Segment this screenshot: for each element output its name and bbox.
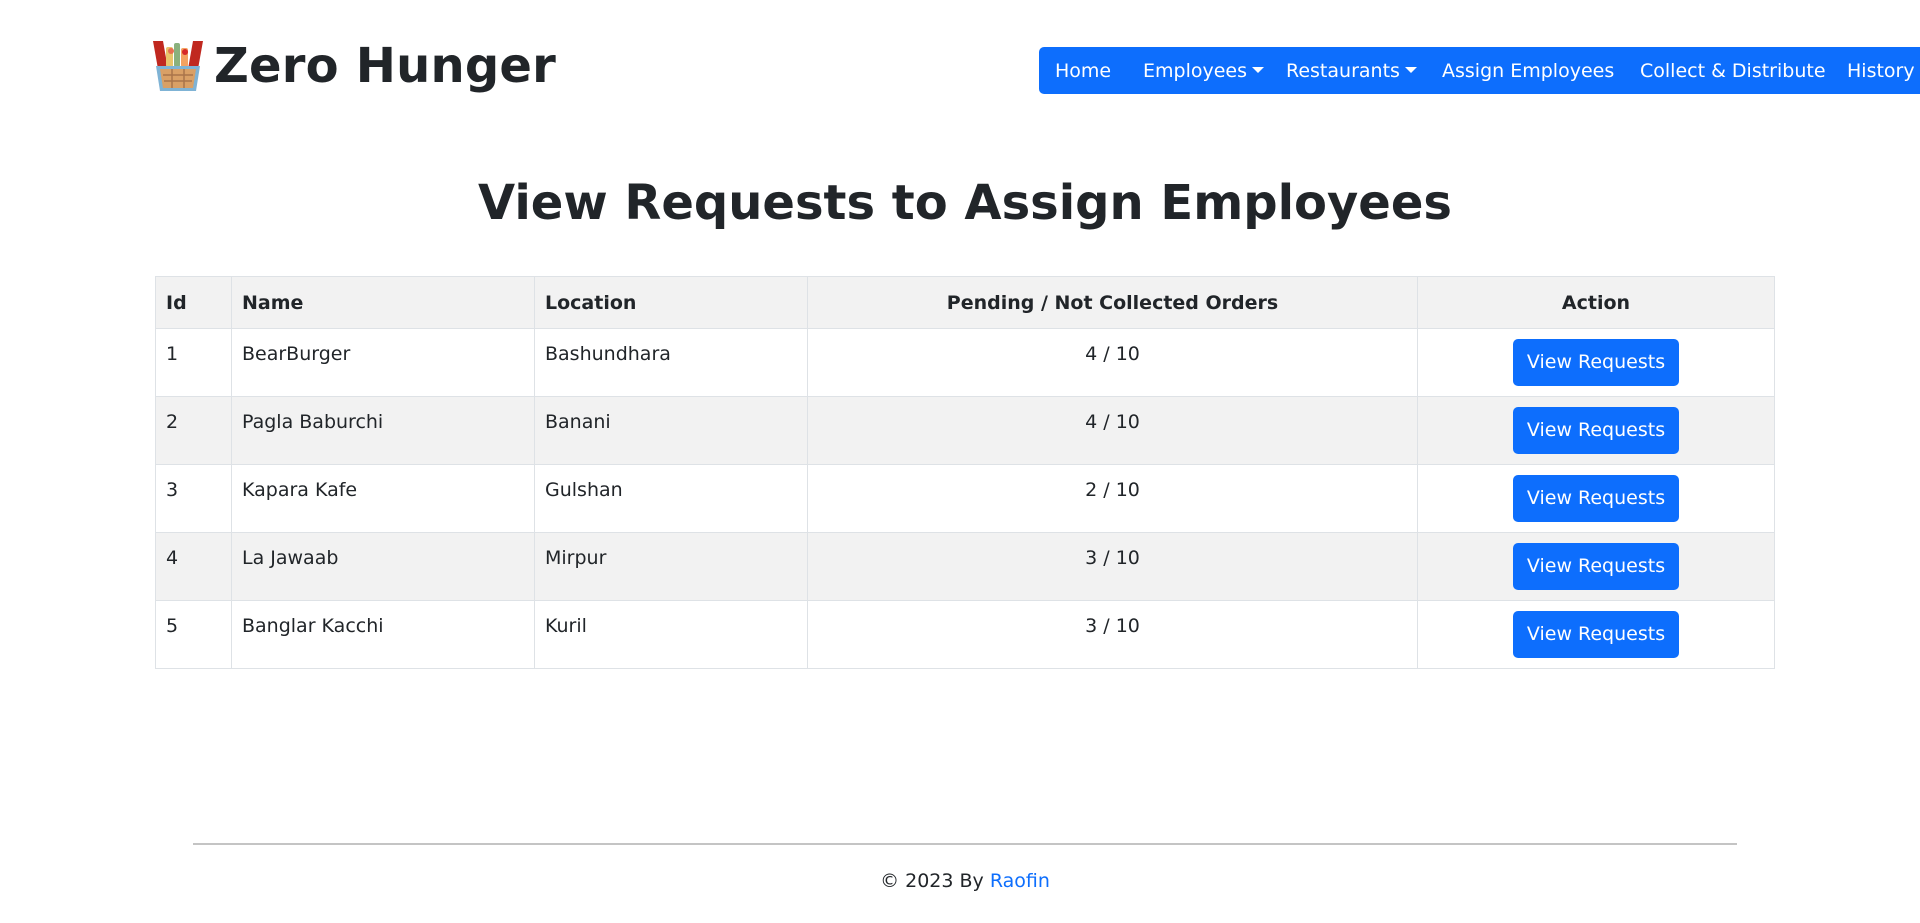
cell-action: View Requests: [1417, 328, 1775, 397]
food-basket-icon: [153, 41, 203, 91]
nav-employees-label: Employees: [1143, 59, 1247, 82]
caret-down-icon: [1252, 66, 1264, 73]
footer: © 2023 By Raofin: [0, 870, 1920, 892]
cell-orders: 4 / 10: [807, 396, 1418, 465]
table-row: 5 Banglar Kacchi Kuril 3 / 10 View Reque…: [155, 600, 1775, 669]
footer-divider: [193, 843, 1737, 845]
cell-orders: 3 / 10: [807, 532, 1418, 601]
table-row: 4 La Jawaab Mirpur 3 / 10 View Requests: [155, 532, 1775, 601]
table-row: 3 Kapara Kafe Gulshan 2 / 10 View Reques…: [155, 464, 1775, 533]
view-requests-button[interactable]: View Requests: [1513, 339, 1679, 386]
cell-id: 4: [155, 532, 232, 601]
nav-employees-dropdown[interactable]: Employees: [1143, 47, 1264, 94]
cell-id: 5: [155, 600, 232, 669]
nav-restaurants-dropdown[interactable]: Restaurants: [1286, 47, 1417, 94]
requests-table: Id Name Location Pending / Not Collected…: [155, 276, 1775, 669]
cell-name: BearBurger: [231, 328, 535, 397]
nav-history[interactable]: History: [1847, 47, 1915, 94]
nav-assign-employees[interactable]: Assign Employees: [1442, 47, 1614, 94]
brand-title: Zero Hunger: [214, 38, 557, 94]
cell-location: Mirpur: [534, 532, 808, 601]
header-name: Name: [231, 276, 535, 329]
header-orders: Pending / Not Collected Orders: [807, 276, 1418, 329]
page-title: View Requests to Assign Employees: [478, 175, 1452, 231]
cell-name: Kapara Kafe: [231, 464, 535, 533]
cell-name: Banglar Kacchi: [231, 600, 535, 669]
view-requests-button[interactable]: View Requests: [1513, 407, 1679, 454]
cell-action: View Requests: [1417, 532, 1775, 601]
cell-id: 2: [155, 396, 232, 465]
cell-location: Banani: [534, 396, 808, 465]
cell-id: 1: [155, 328, 232, 397]
brand[interactable]: Zero Hunger: [150, 38, 556, 94]
cell-name: Pagla Baburchi: [231, 396, 535, 465]
footer-copyright: © 2023 By: [880, 870, 990, 892]
nav-collect-distribute[interactable]: Collect & Distribute: [1640, 47, 1826, 94]
requests-table-container: Id Name Location Pending / Not Collected…: [155, 276, 1775, 669]
cell-location: Bashundhara: [534, 328, 808, 397]
view-requests-button[interactable]: View Requests: [1513, 475, 1679, 522]
view-requests-button[interactable]: View Requests: [1513, 611, 1679, 658]
cell-id: 3: [155, 464, 232, 533]
header-location: Location: [534, 276, 808, 329]
nav-home[interactable]: Home: [1055, 47, 1111, 94]
cell-name: La Jawaab: [231, 532, 535, 601]
header: Zero Hunger Home Employees Restaurants A…: [150, 36, 1920, 96]
table-header-row: Id Name Location Pending / Not Collected…: [155, 276, 1775, 329]
main-navbar: Home Employees Restaurants Assign Employ…: [1039, 47, 1920, 94]
cell-orders: 3 / 10: [807, 600, 1418, 669]
cell-orders: 4 / 10: [807, 328, 1418, 397]
cell-orders: 2 / 10: [807, 464, 1418, 533]
table-row: 2 Pagla Baburchi Banani 4 / 10 View Requ…: [155, 396, 1775, 465]
table-row: 1 BearBurger Bashundhara 4 / 10 View Req…: [155, 328, 1775, 397]
cell-action: View Requests: [1417, 464, 1775, 533]
footer-author-link[interactable]: Raofin: [990, 870, 1050, 892]
cell-action: View Requests: [1417, 600, 1775, 669]
cell-action: View Requests: [1417, 396, 1775, 465]
nav-restaurants-label: Restaurants: [1286, 59, 1400, 82]
cell-location: Kuril: [534, 600, 808, 669]
view-requests-button[interactable]: View Requests: [1513, 543, 1679, 590]
caret-down-icon: [1404, 66, 1417, 73]
page: Zero Hunger Home Employees Restaurants A…: [0, 0, 1920, 923]
header-id: Id: [155, 276, 232, 329]
cell-location: Gulshan: [534, 464, 808, 533]
header-action: Action: [1417, 276, 1775, 329]
